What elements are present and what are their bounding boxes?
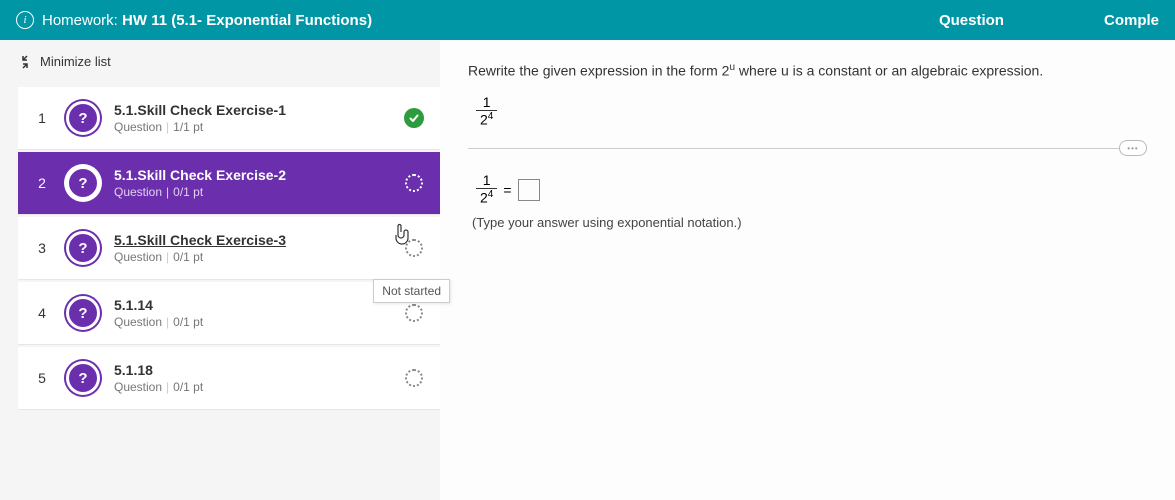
equals-sign: =	[503, 182, 511, 198]
answer-hint: (Type your answer using exponential nota…	[472, 215, 1147, 230]
question-mark-icon: ?	[66, 166, 100, 200]
question-item-2[interactable]: 2? 5.1.Skill Check Exercise-2 Question|0/1…	[18, 152, 440, 215]
status-not-started-icon	[398, 174, 430, 192]
question-mark-icon: ?	[66, 231, 100, 265]
header-homework-prefix: Homework:	[42, 12, 118, 29]
question-number: 5	[18, 370, 66, 386]
status-not-started-icon	[398, 239, 430, 257]
question-title: 5.1.Skill Check Exercise-1	[114, 102, 398, 118]
question-meta: Question|0/1 pt	[114, 185, 398, 199]
minimize-list-button[interactable]: Minimize list	[0, 48, 440, 87]
question-meta: Question|0/1 pt	[114, 250, 398, 264]
question-item-1[interactable]: 1? 5.1.Skill Check Exercise-1 Question|1/1…	[18, 87, 440, 150]
header-title: HW 11 (5.1- Exponential Functions)	[122, 12, 372, 29]
status-not-started-icon	[398, 304, 430, 322]
question-mark-icon: ?	[66, 101, 100, 135]
question-list: 1? 5.1.Skill Check Exercise-1 Question|1/1…	[0, 87, 440, 410]
status-complete-icon	[398, 108, 430, 128]
question-meta: Question|0/1 pt	[114, 380, 398, 394]
minimize-icon	[18, 55, 32, 69]
question-item-5[interactable]: 5? 5.1.18 Question|0/1 pt	[18, 347, 440, 410]
question-item-3[interactable]: 3? 5.1.Skill Check Exercise-3 Question|0/1…	[18, 217, 440, 280]
header-question-label: Question	[939, 12, 1004, 29]
question-meta: Question|1/1 pt	[114, 120, 398, 134]
question-title: 5.1.14	[114, 297, 398, 313]
question-mark-icon: ?	[66, 361, 100, 395]
header-bar: i Homework: HW 11 (5.1- Exponential Func…	[0, 0, 1175, 40]
question-number: 4	[18, 305, 66, 321]
header-right-truncated: Comple	[1104, 12, 1159, 29]
given-expression: 1 24	[476, 95, 1147, 128]
question-title: 5.1.Skill Check Exercise-2	[114, 167, 398, 183]
info-icon[interactable]: i	[16, 11, 34, 29]
answer-row: 1 24 =	[476, 173, 1147, 206]
status-not-started-icon	[398, 369, 430, 387]
minimize-list-label: Minimize list	[40, 54, 111, 69]
question-content: Rewrite the given expression in the form…	[440, 40, 1175, 500]
question-list-sidebar: Minimize list 1? 5.1.Skill Check Exercise…	[0, 40, 440, 500]
question-number: 1	[18, 110, 66, 126]
divider: •••	[468, 148, 1147, 149]
question-title: 5.1.18	[114, 362, 398, 378]
question-number: 2	[18, 175, 66, 191]
question-number: 3	[18, 240, 66, 256]
question-title: 5.1.Skill Check Exercise-3	[114, 232, 398, 248]
tooltip-not-started: Not started	[373, 279, 450, 303]
answer-input[interactable]	[518, 179, 540, 201]
question-prompt: Rewrite the given expression in the form…	[468, 62, 1147, 79]
section-handle[interactable]: •••	[1119, 140, 1147, 156]
question-mark-icon: ?	[66, 296, 100, 330]
question-meta: Question|0/1 pt	[114, 315, 398, 329]
